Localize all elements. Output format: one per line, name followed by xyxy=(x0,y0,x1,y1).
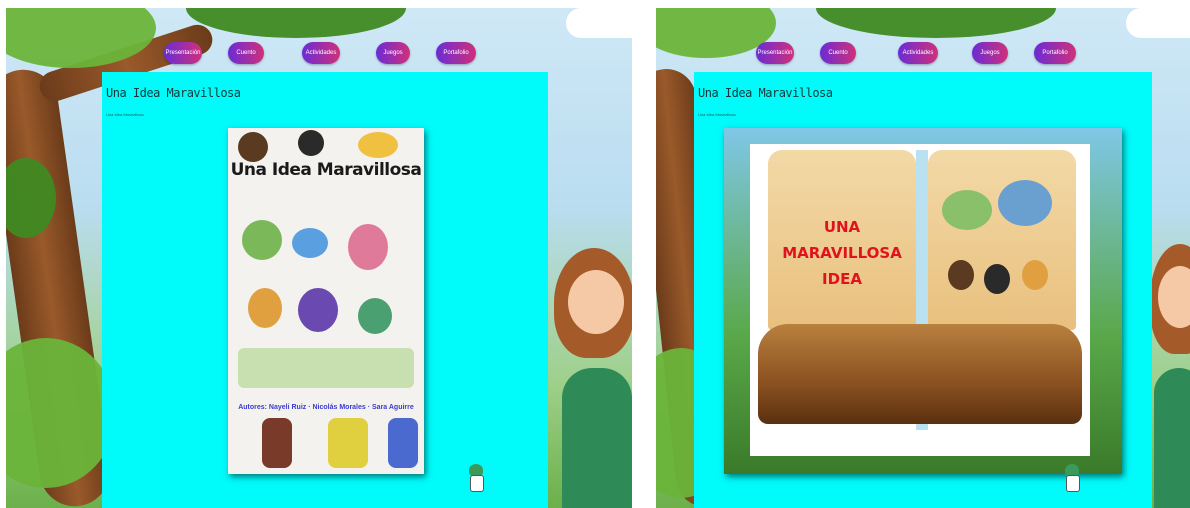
book-cover[interactable]: Una Idea Maravillosa Autores: Nayeli Rui… xyxy=(228,128,424,474)
doodle-face xyxy=(298,130,324,156)
book-title: UNA MARAVILLOSA IDEA xyxy=(768,214,916,292)
nav-portafolio-button[interactable]: Portafolio xyxy=(1034,42,1076,64)
doodle-drawing xyxy=(948,260,974,290)
cover-title: Una Idea Maravillosa xyxy=(230,160,422,180)
nav-presentacion-button[interactable]: Presentación xyxy=(164,42,202,64)
content-area: Una Idea Maravillosa Una Idea Maravillos… xyxy=(102,72,548,508)
leaves xyxy=(816,8,1056,38)
doodle-drawing xyxy=(998,180,1052,226)
cloud xyxy=(1126,8,1190,38)
doodle-legs xyxy=(262,418,292,468)
screenshot-left: Presentación Cuento Actividades Juegos P… xyxy=(6,8,632,508)
content-area: Una Idea Maravillosa Una Idea Maravillos… xyxy=(694,72,1152,508)
leaves xyxy=(186,8,406,38)
nav-cuento-button[interactable]: Cuento xyxy=(228,42,264,64)
top-nav: Presentación Cuento Actividades Juegos P… xyxy=(6,42,632,66)
book-title-line: MARAVILLOSA xyxy=(782,244,902,262)
girl-face xyxy=(568,270,624,334)
doodle-drawing xyxy=(1022,260,1048,290)
book-frame: UNA MARAVILLOSA IDEA xyxy=(750,144,1090,456)
girl-dress xyxy=(562,368,632,508)
page-subtitle: Una Idea Maravillosa xyxy=(106,112,144,117)
nav-juegos-button[interactable]: Juegos xyxy=(972,42,1008,64)
nav-actividades-button[interactable]: Actividades xyxy=(302,42,340,64)
page-title: Una Idea Maravillosa xyxy=(698,86,833,100)
doodle-figure xyxy=(298,288,338,332)
screenshot-right: Presentación Cuento Actividades Juegos P… xyxy=(656,8,1190,508)
doodle-drawing xyxy=(984,264,1010,294)
doodle-face xyxy=(358,132,398,158)
nav-juegos-button[interactable]: Juegos xyxy=(376,42,410,64)
doodle-figure xyxy=(348,224,388,270)
nav-presentacion-button[interactable]: Presentación xyxy=(756,42,794,64)
doodle-legs xyxy=(388,418,418,468)
doodle-figure xyxy=(358,298,392,334)
page-subtitle: Una Idea Maravillosa xyxy=(698,112,736,117)
doodle-face xyxy=(238,132,268,162)
doodle-scene xyxy=(238,348,414,388)
doodle-figure xyxy=(292,228,328,258)
nav-portafolio-button[interactable]: Portafolio xyxy=(436,42,476,64)
nav-cuento-button[interactable]: Cuento xyxy=(820,42,856,64)
book-right-page xyxy=(928,150,1076,330)
page-title: Una Idea Maravillosa xyxy=(106,86,241,100)
book-title-line: UNA xyxy=(823,218,861,236)
cloud xyxy=(566,8,632,38)
girl-dress xyxy=(1154,368,1190,508)
cover-authors: Autores: Nayeli Ruiz · Nicolás Morales ·… xyxy=(238,404,414,411)
mascot-icon[interactable] xyxy=(468,464,484,492)
book-title-line: IDEA xyxy=(822,270,862,288)
mascot-icon[interactable] xyxy=(1064,464,1080,492)
top-nav: Presentación Cuento Actividades Juegos P… xyxy=(656,42,1190,66)
doodle-figure xyxy=(242,220,282,260)
doodle-figure xyxy=(248,288,282,328)
nav-actividades-button[interactable]: Actividades xyxy=(898,42,938,64)
doodle-legs xyxy=(328,418,368,468)
book-illustration[interactable]: UNA MARAVILLOSA IDEA xyxy=(724,128,1122,474)
book-pages-stack xyxy=(758,324,1082,424)
doodle-drawing xyxy=(942,190,992,230)
